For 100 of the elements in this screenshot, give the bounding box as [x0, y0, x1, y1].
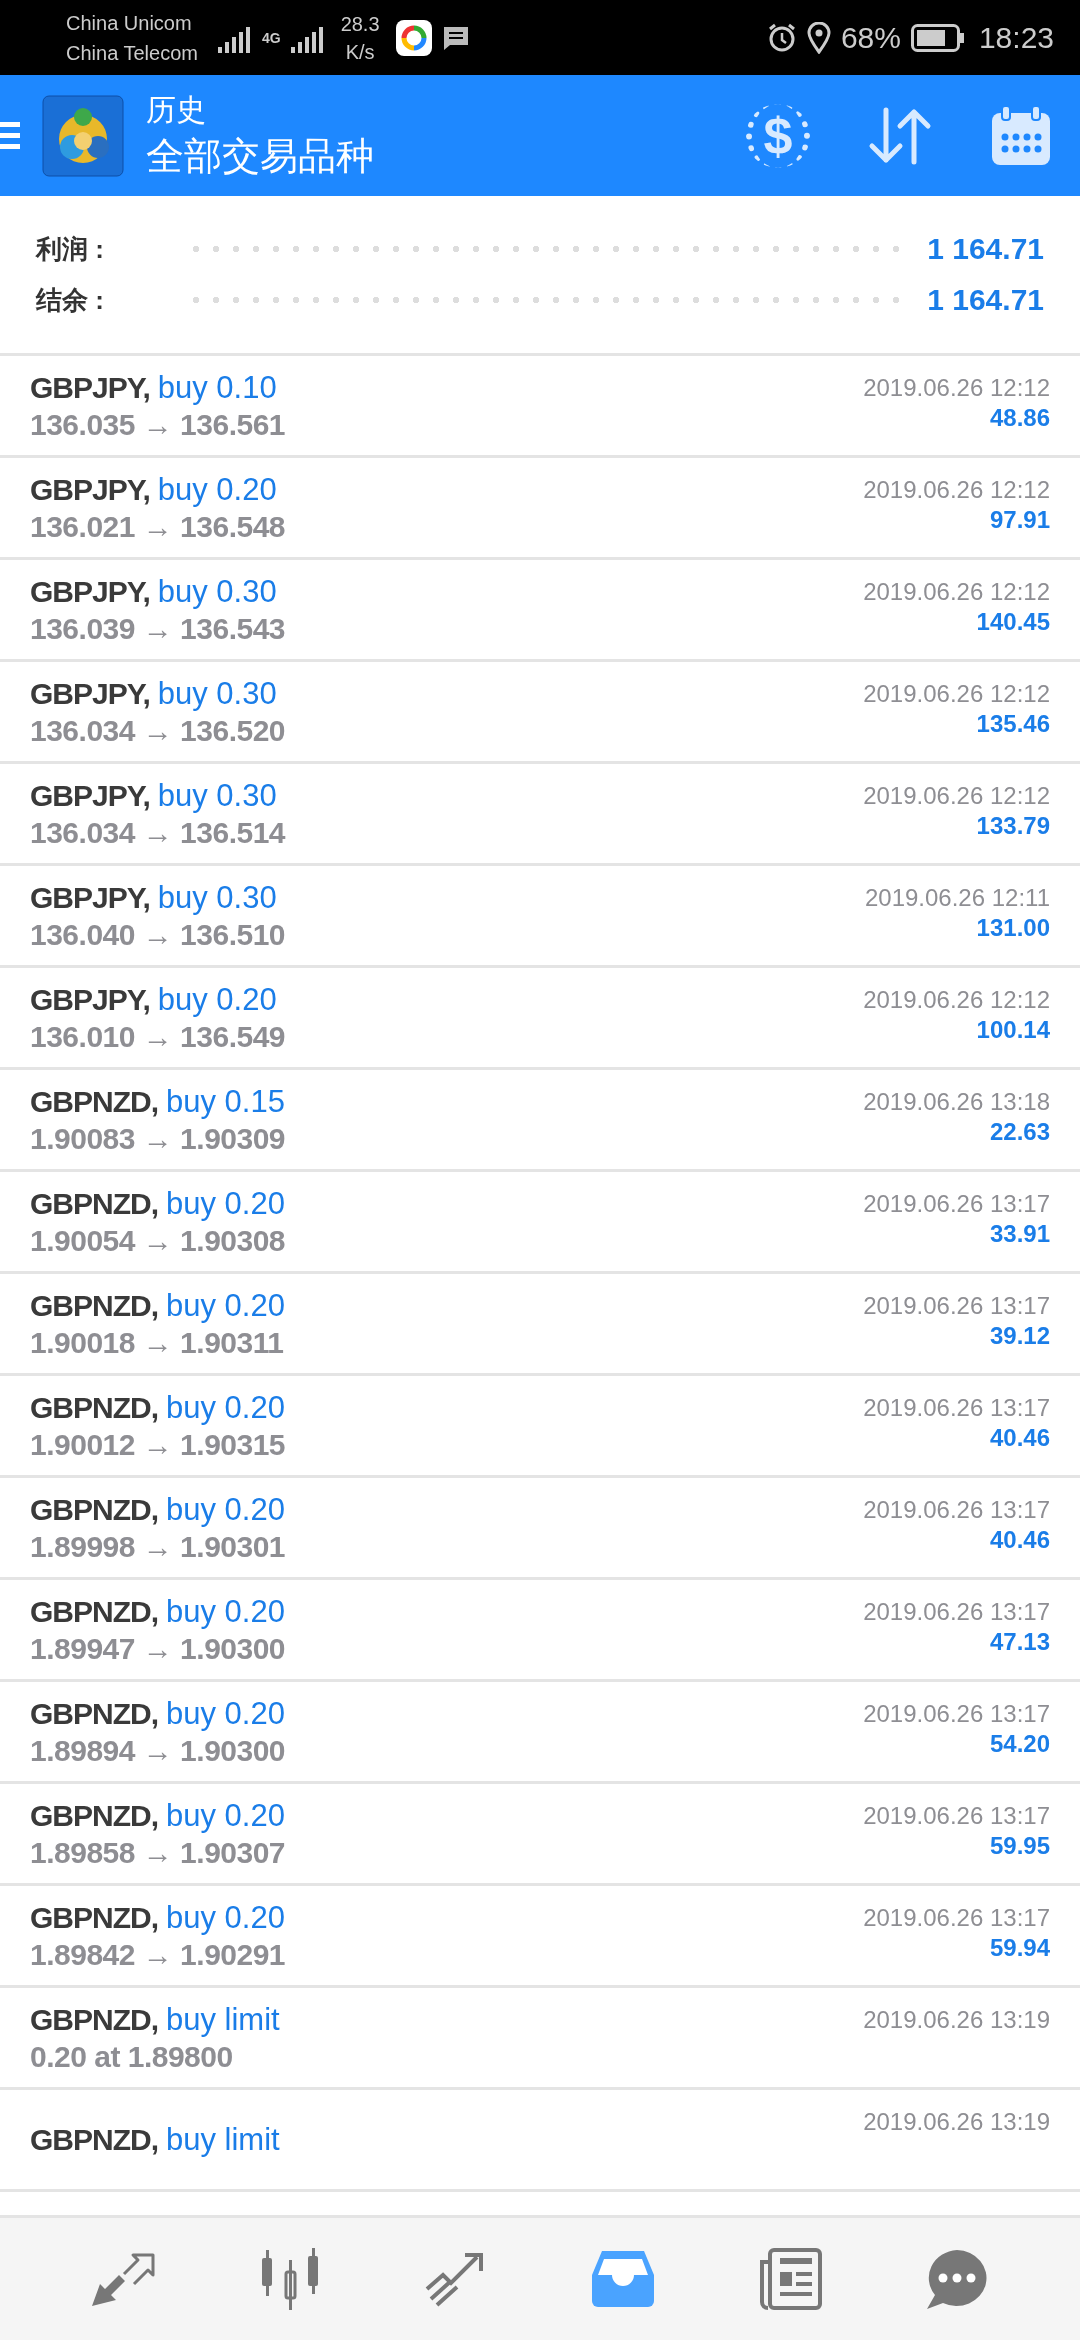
carrier-name: China Unicom [66, 10, 193, 36]
symbol: GBPNZD, [30, 2002, 158, 2037]
trade-type: buy 0.15 [166, 1083, 285, 1120]
symbol: GBPNZD, [30, 1696, 158, 1731]
deal-row[interactable]: GBPNZD, buy 0.20 1.89998 → 1.90301 2019.06.26 13:17 40.46 [0, 1478, 1080, 1580]
symbol: GBPNZD, [30, 2122, 158, 2157]
trade-time: 2019.06.26 13:19 [863, 2108, 1050, 2136]
deal-row[interactable]: GBPJPY, buy 0.10 136.035 → 136.561 2019.06.26 12:12 48.86 [0, 356, 1080, 458]
deal-row[interactable]: GBPNZD, buy 0.20 1.89947 → 1.90300 2019.06.26 13:17 47.13 [0, 1580, 1080, 1682]
location-icon [806, 21, 831, 54]
price-range: 136.040 → 136.510 [30, 917, 286, 952]
trade-type: buy 0.30 [157, 879, 277, 916]
price-range: 1.89842 → 1.90291 [30, 1937, 286, 1972]
symbol: GBPNZD, [30, 1492, 158, 1527]
battery-icon [910, 23, 965, 52]
symbol: GBPNZD, [30, 1798, 158, 1833]
profit: 59.95 [989, 1832, 1050, 1860]
trade-time: 2019.06.26 13:17 [863, 1292, 1050, 1320]
alarm-icon [766, 22, 797, 53]
trade-time: 2019.06.26 12:12 [863, 782, 1050, 810]
deal-row[interactable]: GBPJPY, buy 0.30 136.034 → 136.514 2019.06.26 12:12 133.79 [0, 764, 1080, 866]
chat-icon [924, 2248, 989, 2310]
order-volume-price: 0.20 at 1.89800 [30, 2039, 234, 2074]
carrier-name: China Telecom [66, 40, 198, 66]
speed-unit: K/s [345, 39, 375, 65]
deal-row[interactable]: GBPNZD, buy 0.20 1.89842 → 1.90291 2019.06.26 13:17 59.94 [0, 1886, 1080, 1988]
trade-time: 2019.06.26 12:12 [863, 986, 1050, 1014]
deal-row[interactable]: GBPJPY, buy 0.30 136.040 → 136.510 2019.06.26 12:11 131.00 [0, 866, 1080, 968]
trade-time: 2019.06.26 13:17 [863, 1904, 1050, 1932]
price-range: 136.021 → 136.548 [30, 509, 286, 544]
summary-value: 1 164.71 [927, 283, 1044, 317]
network-type: 4G [261, 29, 281, 46]
trade-type: buy 0.30 [157, 675, 277, 712]
app-logo-icon [42, 94, 124, 177]
order-row[interactable]: GBPNZD, buy limit 2019.06.26 13:19 [0, 2090, 1080, 2192]
deal-row[interactable]: GBPNZD, buy 0.20 1.89894 → 1.90300 2019.06.26 13:17 54.20 [0, 1682, 1080, 1784]
price-range: 1.90083 → 1.90309 [30, 1121, 286, 1156]
profit: 33.91 [989, 1220, 1050, 1248]
trade-type: buy 0.30 [157, 777, 277, 814]
profit: 40.46 [989, 1424, 1050, 1452]
profit: 140.45 [976, 608, 1050, 636]
profit: 131.00 [976, 914, 1050, 942]
trade-type: buy 0.30 [157, 573, 277, 610]
trade-type: buy 0.20 [166, 1491, 285, 1528]
sort-icon[interactable] [868, 105, 932, 166]
profit: 39.12 [989, 1322, 1050, 1350]
deal-row[interactable]: GBPJPY, buy 0.20 136.021 → 136.548 2019.06.26 12:12 97.91 [0, 458, 1080, 560]
inbox-icon [592, 2251, 655, 2307]
calendar-icon[interactable] [990, 104, 1052, 167]
deal-row[interactable]: GBPNZD, buy 0.20 1.89858 → 1.90307 2019.06.26 13:17 59.95 [0, 1784, 1080, 1886]
profit: 22.63 [989, 1118, 1050, 1146]
deal-row[interactable]: GBPJPY, buy 0.20 136.010 → 136.549 2019.06.26 12:12 100.14 [0, 968, 1080, 1070]
symbol: GBPNZD, [30, 1288, 158, 1323]
price-range: 1.89947 → 1.90300 [30, 1631, 286, 1666]
trade-time: 2019.06.26 13:17 [863, 1394, 1050, 1422]
deal-row[interactable]: GBPJPY, buy 0.30 136.039 → 136.543 2019.06.26 12:12 140.45 [0, 560, 1080, 662]
price-range: 1.89998 → 1.90301 [30, 1529, 286, 1564]
symbol: GBPNZD, [30, 1186, 158, 1221]
price-range: 1.89894 → 1.90300 [30, 1733, 286, 1768]
battery-percent: 68% [840, 20, 901, 55]
trade-type: buy 0.20 [166, 1185, 285, 1222]
deal-row[interactable]: GBPNZD, buy 0.15 1.90083 → 1.90309 2019.06.26 13:18 22.63 [0, 1070, 1080, 1172]
symbol: GBPJPY, [30, 778, 150, 813]
summary-value: 1 164.71 [927, 232, 1044, 266]
deal-row[interactable]: GBPJPY, buy 0.30 136.034 → 136.520 2019.06.26 12:12 135.46 [0, 662, 1080, 764]
trade-time: 2019.06.26 12:12 [863, 680, 1050, 708]
profit: 59.94 [989, 1934, 1050, 1962]
newspaper-icon [757, 2248, 822, 2310]
app-notification-icon [395, 19, 432, 56]
price-range: 136.035 → 136.561 [30, 407, 286, 442]
price-range: 1.89858 → 1.90307 [30, 1835, 286, 1870]
price-range: 1.90018 → 1.90311 [30, 1325, 285, 1360]
deal-row[interactable]: GBPNZD, buy 0.20 1.90054 → 1.90308 2019.06.26 13:17 33.91 [0, 1172, 1080, 1274]
trade-time: 2019.06.26 13:17 [863, 1496, 1050, 1524]
trade-time: 2019.06.26 12:11 [864, 884, 1050, 912]
summary-label: 利润 : [36, 232, 105, 266]
price-range: 136.010 → 136.549 [30, 1019, 286, 1054]
trade-time: 2019.06.26 13:17 [863, 1598, 1050, 1626]
deal-row[interactable]: GBPNZD, buy 0.20 1.90012 → 1.90315 2019.06.26 13:17 40.46 [0, 1376, 1080, 1478]
trade-type: buy 0.20 [157, 471, 277, 508]
symbol: GBPJPY, [30, 574, 150, 609]
trade-time: 2019.06.26 13:17 [863, 1190, 1050, 1218]
symbol: GBPNZD, [30, 1084, 158, 1119]
order-row[interactable]: GBPNZD, buy limit 0.20 at 1.89800 2019.06.26 13:19 [0, 1988, 1080, 2090]
trade-time: 2019.06.26 12:12 [863, 476, 1050, 504]
trade-type: buy 0.20 [166, 1899, 285, 1936]
symbol: GBPJPY, [30, 676, 150, 711]
profit: 47.13 [989, 1628, 1050, 1656]
trade-type: buy limit [166, 2001, 280, 2038]
summary-label: 结余 : [36, 283, 105, 317]
profit: 133.79 [976, 812, 1050, 840]
message-icon [441, 24, 470, 51]
symbol: GBPNZD, [30, 1900, 158, 1935]
price-range: 136.039 → 136.543 [30, 611, 286, 646]
trade-time: 2019.06.26 13:19 [863, 2006, 1050, 2034]
trade-type: buy 0.10 [157, 369, 277, 406]
trade-time: 2019.06.26 12:12 [863, 578, 1050, 606]
deal-row[interactable]: GBPNZD, buy 0.20 1.90018 → 1.90311 2019.06.26 13:17 39.12 [0, 1274, 1080, 1376]
profit: 54.20 [989, 1730, 1050, 1758]
trade-time: 2019.06.26 13:17 [863, 1802, 1050, 1830]
